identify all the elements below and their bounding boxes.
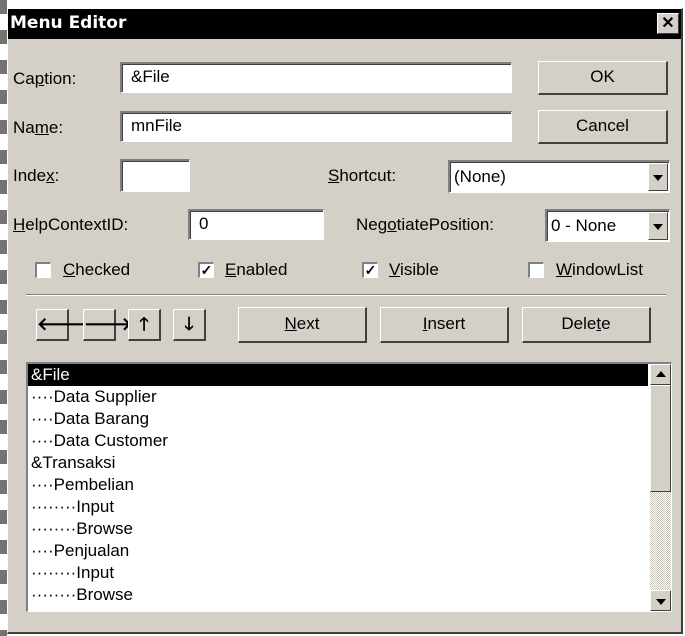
chevron-down-icon xyxy=(653,175,663,181)
checked-checkbox[interactable] xyxy=(35,262,51,278)
move-left-button[interactable]: 🡐 xyxy=(36,309,85,341)
caption-label: Caption: xyxy=(13,69,77,88)
scrollbar-track[interactable] xyxy=(650,492,671,590)
scroll-down-icon xyxy=(655,598,666,605)
list-item[interactable]: ····Pembelian xyxy=(28,474,648,496)
visible-checkbox[interactable]: ✓ xyxy=(362,262,378,278)
scrollbar-thumb[interactable] xyxy=(650,385,671,492)
checked-label: Checked xyxy=(63,260,131,279)
menu-editor-dialog: Menu Editor ✕ Caption: &File Name: mnFil… xyxy=(7,8,683,634)
helpcontextid-input[interactable]: 0 xyxy=(188,209,324,240)
menu-items-list[interactable]: &File ····Data Supplier ····Data Barang ···… xyxy=(26,362,672,612)
title-bar: Menu Editor ✕ xyxy=(8,9,681,39)
vertical-scrollbar[interactable] xyxy=(650,364,671,611)
move-up-button[interactable]: 🡑 xyxy=(128,309,161,341)
menu-items-container: &File ····Data Supplier ····Data Barang ···… xyxy=(28,364,648,606)
move-right-button[interactable]: 🡒 xyxy=(83,309,132,341)
shortcut-value: (None) xyxy=(454,167,506,186)
name-label: Name: xyxy=(13,118,64,137)
caption-input[interactable]: &File xyxy=(120,62,512,93)
chevron-down-icon xyxy=(653,224,663,230)
insert-button[interactable]: Insert xyxy=(380,307,509,343)
cancel-button[interactable]: Cancel xyxy=(538,110,668,144)
scroll-down-button[interactable] xyxy=(650,590,671,611)
list-item[interactable]: ········Input xyxy=(28,562,648,584)
arrow-right-icon: 🡒 xyxy=(84,314,133,334)
name-input[interactable]: mnFile xyxy=(120,111,512,142)
negotiateposition-select[interactable]: 0 - None xyxy=(545,209,670,242)
list-item[interactable]: ········Browse xyxy=(28,518,648,540)
close-button[interactable]: ✕ xyxy=(657,13,679,34)
move-down-button[interactable]: 🡓 xyxy=(173,309,206,341)
arrow-down-icon: 🡓 xyxy=(184,314,194,334)
negotiateposition-label: NegotiatePosition: xyxy=(356,215,494,234)
list-item[interactable]: ····Data Supplier xyxy=(28,386,648,408)
background-edge xyxy=(0,0,7,636)
visible-label: Visible xyxy=(389,260,439,279)
list-item[interactable]: &File xyxy=(28,364,648,386)
check-icon: ✓ xyxy=(364,262,377,278)
index-input[interactable] xyxy=(120,159,190,192)
list-item[interactable]: ········Input xyxy=(28,496,648,518)
shortcut-dropdown-button[interactable] xyxy=(648,163,668,191)
shortcut-label: Shortcut: xyxy=(328,166,397,185)
helpcontextid-label: HelpContextID: xyxy=(13,215,129,234)
check-icon: ✓ xyxy=(200,262,213,278)
next-button[interactable]: Next xyxy=(238,307,367,343)
arrow-left-icon: 🡐 xyxy=(37,314,86,334)
windowlist-checkbox[interactable] xyxy=(528,262,544,278)
delete-button[interactable]: Delete xyxy=(522,307,651,343)
separator xyxy=(26,294,666,296)
arrow-up-icon: 🡑 xyxy=(139,314,149,334)
enabled-label: Enabled xyxy=(225,260,288,279)
list-item[interactable]: ····Penjualan xyxy=(28,540,648,562)
index-label: Index: xyxy=(13,166,60,185)
windowlist-label: WindowList xyxy=(556,260,643,279)
scroll-up-icon xyxy=(655,370,666,377)
list-item[interactable]: &Transaksi xyxy=(28,452,648,474)
scroll-up-button[interactable] xyxy=(650,364,671,385)
list-item[interactable]: ····Data Customer xyxy=(28,430,648,452)
list-item[interactable]: ········Browse xyxy=(28,584,648,606)
window-title: Menu Editor xyxy=(10,13,127,33)
negotiateposition-dropdown-button[interactable] xyxy=(648,212,668,240)
negotiateposition-value: 0 - None xyxy=(551,216,617,235)
ok-button[interactable]: OK xyxy=(538,61,668,95)
enabled-checkbox[interactable]: ✓ xyxy=(198,262,214,278)
close-icon: ✕ xyxy=(661,15,675,32)
list-item[interactable]: ····Data Barang xyxy=(28,408,648,430)
shortcut-select[interactable]: (None) xyxy=(448,160,670,193)
